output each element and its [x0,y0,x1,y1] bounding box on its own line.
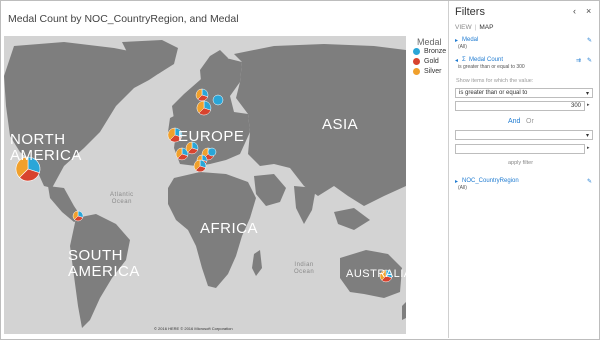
legend-label: Bronze [424,48,447,55]
and-radio[interactable]: And [508,118,520,125]
value-spinner-2-icon[interactable]: ▸ [587,145,590,151]
dropdown-arrow-icon: ▾ [585,133,589,139]
pie-marker-finland [212,94,224,106]
apply-filter-link[interactable]: apply filter [508,160,533,166]
condition-select-1-value: is greater than or equal to [459,90,528,96]
collapse-medal-count-icon[interactable]: ◂ [455,57,458,64]
value-input-1-text: 300 [570,103,581,109]
pie-marker-italy [193,159,207,173]
pie-marker-romania [207,147,217,157]
world-map [4,36,406,334]
bronze-dot-icon [413,48,420,55]
label-indian-ocean: Indian Ocean [294,262,315,275]
legend-label: Silver [424,68,442,75]
label-australia: AUSTRALIA [346,268,406,280]
pie-marker-sweden [196,100,212,116]
label-north-america: NORTH AMERICA [10,131,82,164]
label-atlantic-ocean: Atlantic Ocean [110,192,134,205]
tab-view[interactable]: VIEW [455,24,472,31]
or-radio[interactable]: Or [526,118,534,125]
pane-divider [448,1,449,338]
map-visualization[interactable]: NORTH AMERICA EUROPE ASIA AFRICA SOUTH A… [4,36,406,334]
map-copyright: © 2016 HERE © 2016 Microsoft Corporation [154,326,233,331]
pie-marker-norway [195,88,209,102]
value-input-2[interactable] [455,144,585,154]
dropdown-arrow-icon: ▾ [585,91,589,97]
silver-dot-icon [413,68,420,75]
filter-medal-value: (All) [458,44,467,50]
filters-title: Filters [455,6,485,18]
sigma-icon: Σ [462,57,466,63]
legend-label: Gold [424,58,439,65]
condition-select-2[interactable]: ▾ [455,130,593,140]
collapse-chevron-icon[interactable]: ‹ [573,6,576,16]
filter-noc-value: (All) [458,185,467,191]
show-items-label: Show items for which the value: [456,78,534,84]
filter-medal-count-summary: is greater than or equal to 300 [458,64,525,70]
condition-select-1[interactable]: is greater than or equal to ▾ [455,88,593,98]
legend-item-gold[interactable]: Gold [413,58,439,65]
clear-filter-noc-icon[interactable]: ✎ [587,178,592,185]
clear-filter-medal-icon[interactable]: ✎ [587,37,592,44]
expand-noc-icon[interactable]: ▸ [455,178,458,185]
label-south-america: SOUTH AMERICA [68,247,140,280]
legend-item-silver[interactable]: Silver [413,68,442,75]
label-africa: AFRICA [200,220,259,237]
close-icon[interactable]: × [586,6,591,16]
filters-tabs: VIEW | MAP [455,24,493,31]
label-asia: ASIA [322,116,359,133]
report-title: Medal Count by NOC_CountryRegion, and Me… [8,13,239,25]
filter-field-medal-count[interactable]: Medal Count [469,57,503,63]
filter-field-noc[interactable]: NOC_CountryRegion [462,178,519,184]
gold-dot-icon [413,58,420,65]
pie-marker-cuba [72,210,84,222]
legend-item-bronze[interactable]: Bronze [413,48,446,55]
tab-map[interactable]: MAP [479,24,493,31]
value-input-1[interactable]: 300 [455,101,585,111]
filter-field-medal[interactable]: Medal [462,37,478,43]
clear-filter-medal-count-icon[interactable]: ✎ [587,57,592,64]
list-filter-icon[interactable]: ⇉ [576,57,581,64]
value-spinner-icon[interactable]: ▸ [587,102,590,108]
tab-separator: | [474,24,477,31]
expand-medal-icon[interactable]: ▸ [455,37,458,44]
label-europe: EUROPE [178,128,245,145]
legend-title: Medal [417,37,442,47]
